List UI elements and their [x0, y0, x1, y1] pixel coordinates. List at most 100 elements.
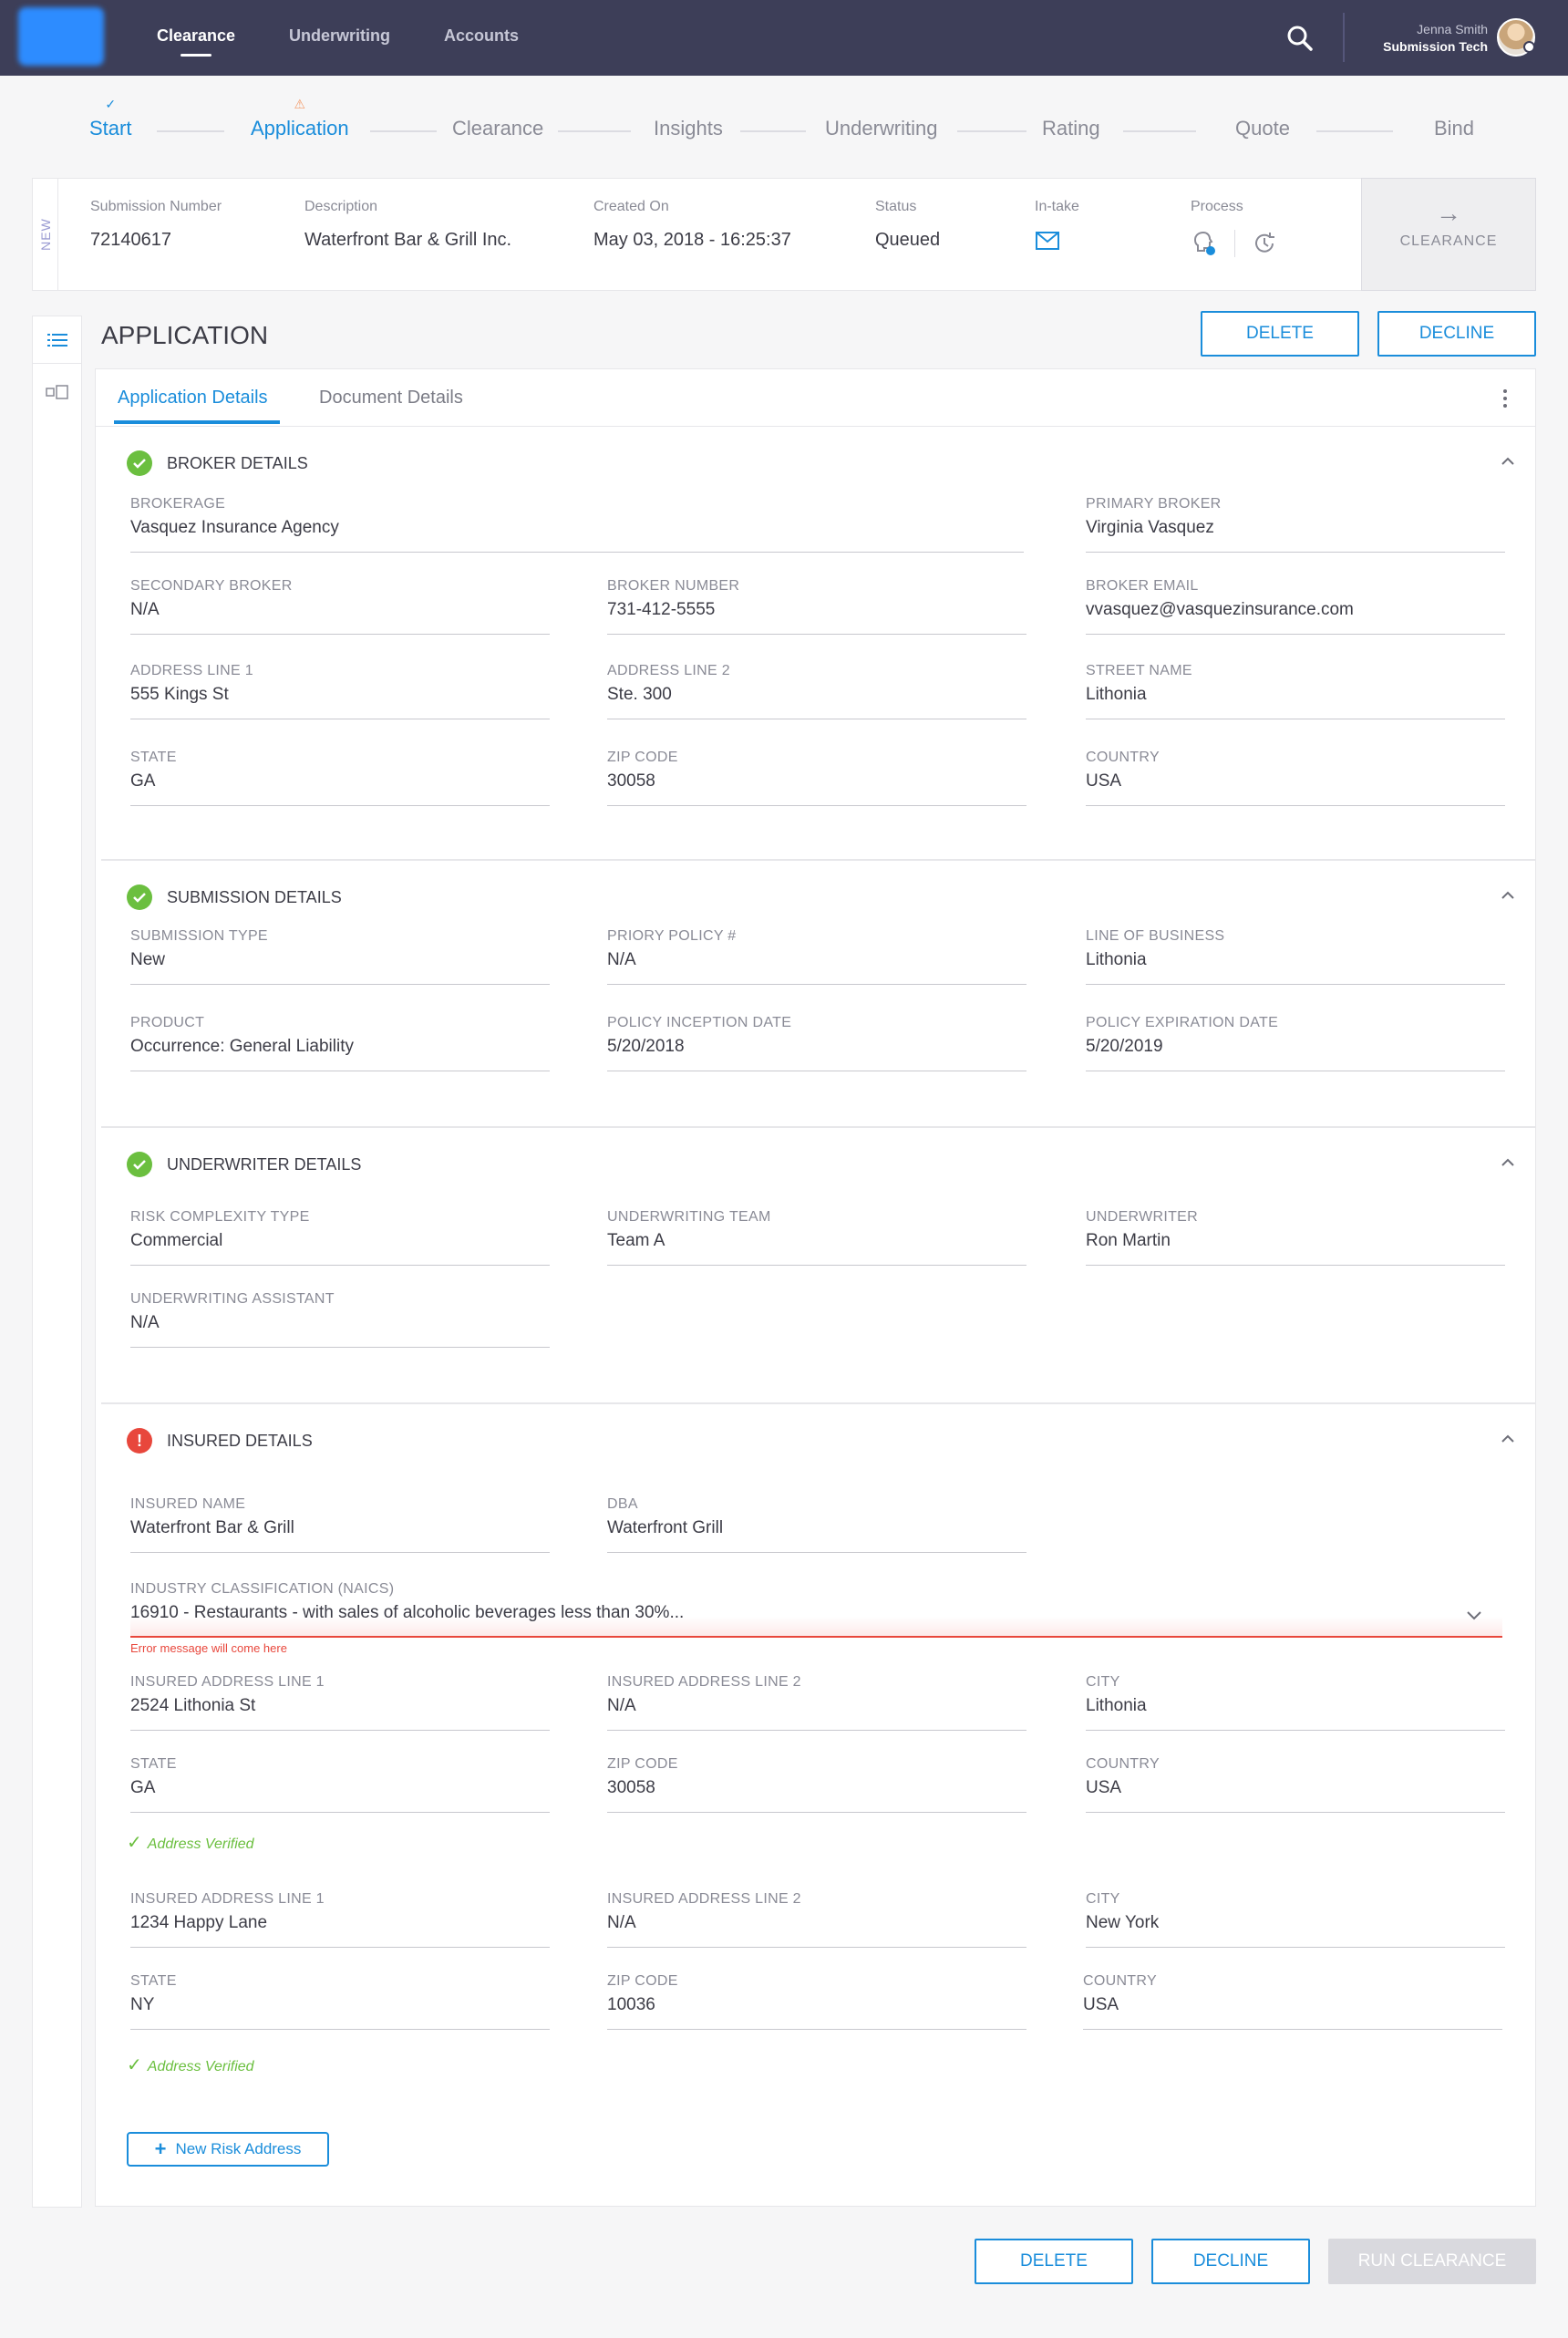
field-secondary-broker[interactable]: SECONDARY BROKER N/A — [130, 578, 550, 635]
field-city[interactable]: CITY Lithonia — [1086, 1674, 1505, 1731]
field-broker-number[interactable]: BROKER NUMBER 731-412-5555 — [607, 578, 1026, 635]
error-message: Error message will come here — [130, 1641, 287, 1655]
more-options-icon[interactable] — [1502, 389, 1508, 409]
field-primary-broker[interactable]: PRIMARY BROKER Virginia Vasquez — [1086, 496, 1505, 553]
field-broker-email[interactable]: BROKER EMAIL vvasquez@vasquezinsurance.co… — [1086, 578, 1505, 635]
step-start[interactable]: ✓ Start — [89, 97, 131, 140]
address-verified-2: ✓ Address Verified — [127, 2055, 254, 2075]
run-clearance-button[interactable]: RUN CLEARANCE — [1328, 2239, 1536, 2284]
field-underwriter[interactable]: UNDERWRITER Ron Martin — [1086, 1209, 1505, 1266]
chevron-up-icon[interactable] — [1501, 1432, 1515, 1446]
chevron-up-icon[interactable] — [1501, 1155, 1515, 1170]
field-product[interactable]: PRODUCT Occurrence: General Liability — [130, 1015, 550, 1071]
intake-label: In-take — [1035, 199, 1079, 214]
list-icon — [46, 333, 67, 347]
check-circle-icon — [127, 885, 152, 910]
address-verified: ✓ Address Verified — [127, 1833, 254, 1853]
arrow-right-icon: → — [1436, 199, 1461, 227]
field-insured-address-line-2-2[interactable]: INSURED ADDRESS LINE 2 N/A — [607, 1891, 1026, 1948]
step-application[interactable]: ⚠ Application — [251, 97, 349, 140]
field-zip-code[interactable]: ZIP CODE 30058 — [607, 750, 1026, 806]
tab-document-details[interactable]: Document Details — [319, 388, 463, 409]
field-insured-name[interactable]: INSURED NAME Waterfront Bar & Grill — [130, 1496, 550, 1553]
avatar[interactable] — [1497, 18, 1535, 57]
plus-icon: + — [154, 2137, 167, 2160]
document-compare-icon — [45, 385, 68, 399]
brain-icon[interactable] — [1191, 230, 1218, 257]
check-icon: ✓ — [105, 97, 117, 111]
sidebar-document-button[interactable] — [33, 378, 81, 406]
field-underwriting-team[interactable]: UNDERWRITING TEAM Team A — [607, 1209, 1026, 1266]
refresh-clock-icon[interactable] — [1251, 230, 1278, 257]
mail-icon[interactable] — [1036, 232, 1059, 250]
step-bind[interactable]: Bind — [1434, 117, 1474, 140]
field-zip-code[interactable]: ZIP CODE 30058 — [607, 1756, 1026, 1813]
submission-number-label: Submission Number — [90, 199, 222, 214]
status-value: Queued — [875, 230, 941, 250]
user-role: Submission Tech — [1383, 39, 1488, 54]
warning-icon: ⚠ — [294, 97, 306, 111]
description: Waterfront Bar & Grill Inc. — [304, 230, 512, 250]
field-country[interactable]: COUNTRY USA — [1086, 1756, 1505, 1813]
check-icon: ✓ — [127, 2055, 142, 2075]
tab-application-details[interactable]: Application Details — [118, 388, 268, 409]
field-prior-policy[interactable]: PRIORY POLICY # N/A — [607, 928, 1026, 985]
field-country[interactable]: COUNTRY USA — [1086, 750, 1505, 806]
logo[interactable] — [18, 7, 104, 66]
field-insured-address-line-2[interactable]: INSURED ADDRESS LINE 2 N/A — [607, 1674, 1026, 1731]
field-dba[interactable]: DBA Waterfront Grill — [607, 1496, 1026, 1553]
decline-button-top[interactable]: DECLINE — [1377, 311, 1536, 357]
field-zip-code-2[interactable]: ZIP CODE 10036 — [607, 1973, 1026, 2030]
chevron-up-icon[interactable] — [1501, 454, 1515, 469]
sidebar-list-button[interactable] — [33, 316, 81, 364]
field-policy-expiration-date[interactable]: POLICY EXPIRATION DATE 5/20/2019 — [1086, 1015, 1505, 1071]
field-risk-complexity-type[interactable]: RISK COMPLEXITY TYPE Commercial — [130, 1209, 550, 1266]
search-icon[interactable] — [1285, 24, 1315, 53]
new-risk-address-button[interactable]: + New Risk Address — [127, 2132, 329, 2167]
field-policy-inception-date[interactable]: POLICY INCEPTION DATE 5/20/2018 — [607, 1015, 1026, 1071]
field-address-line-1[interactable]: ADDRESS LINE 1 555 Kings St — [130, 663, 550, 719]
field-brokerage[interactable]: BROKERAGE Vasquez Insurance Agency — [130, 496, 1024, 553]
step-clearance[interactable]: Clearance — [452, 117, 543, 140]
nav-accounts[interactable]: Accounts — [444, 26, 519, 46]
step-quote[interactable]: Quote — [1235, 117, 1290, 140]
field-street-name[interactable]: STREET NAME Lithonia — [1086, 663, 1505, 719]
field-insured-address-line-1-2[interactable]: INSURED ADDRESS LINE 1 1234 Happy Lane — [130, 1891, 550, 1948]
check-circle-icon — [127, 1152, 152, 1177]
user-name: Jenna Smith — [1417, 22, 1488, 36]
field-city-2[interactable]: CITY New York — [1086, 1891, 1505, 1948]
error-icon: ! — [127, 1428, 152, 1453]
section-title: INSURED DETAILS — [167, 1432, 313, 1450]
industry-classification-select[interactable]: INDUSTRY CLASSIFICATION (NAICS) 16910 - … — [130, 1581, 1502, 1655]
created-on: May 03, 2018 - 16:25:37 — [593, 230, 791, 250]
insured-details-section: ! INSURED DETAILS INSURED NAME Waterfront… — [101, 1404, 1535, 2207]
field-submission-type[interactable]: SUBMISSION TYPE New — [130, 928, 550, 985]
step-underwriting[interactable]: Underwriting — [825, 117, 938, 140]
field-address-line-2[interactable]: ADDRESS LINE 2 Ste. 300 — [607, 663, 1026, 719]
chevron-up-icon[interactable] — [1501, 888, 1515, 903]
field-state[interactable]: STATE GA — [130, 750, 550, 806]
left-sidebar — [32, 316, 82, 2208]
nav-underwriting[interactable]: Underwriting — [289, 26, 390, 46]
decline-button-bottom[interactable]: DECLINE — [1151, 2239, 1310, 2284]
section-title: BROKER DETAILS — [167, 454, 308, 472]
step-rating[interactable]: Rating — [1042, 117, 1100, 140]
field-line-of-business[interactable]: LINE OF BUSINESS Lithonia — [1086, 928, 1505, 985]
check-circle-icon — [127, 450, 152, 476]
broker-details-section: BROKER DETAILS BROKERAGE Vasquez Insuranc… — [101, 427, 1535, 861]
clearance-button[interactable]: → CLEARANCE — [1361, 178, 1536, 291]
status-label: Status — [875, 199, 917, 214]
field-country-2[interactable]: COUNTRY USA — [1083, 1973, 1502, 2030]
field-insured-address-line-1[interactable]: INSURED ADDRESS LINE 1 2524 Lithonia St — [130, 1674, 550, 1731]
delete-button-bottom[interactable]: DELETE — [975, 2239, 1133, 2284]
field-state[interactable]: STATE GA — [130, 1756, 550, 1813]
step-insights[interactable]: Insights — [654, 117, 723, 140]
created-label: Created On — [593, 199, 669, 214]
nav-clearance[interactable]: Clearance — [157, 26, 235, 57]
field-state-2[interactable]: STATE NY — [130, 1973, 550, 2030]
field-underwriting-assistant[interactable]: UNDERWRITING ASSISTANT N/A — [130, 1291, 550, 1348]
chevron-down-icon[interactable] — [1466, 1607, 1482, 1623]
top-nav: Clearance Underwriting Accounts Jenna Sm… — [0, 0, 1568, 76]
delete-button-top[interactable]: DELETE — [1201, 311, 1359, 357]
underwriter-details-section: UNDERWRITER DETAILS RISK COMPLEXITY TYPE… — [101, 1128, 1535, 1404]
